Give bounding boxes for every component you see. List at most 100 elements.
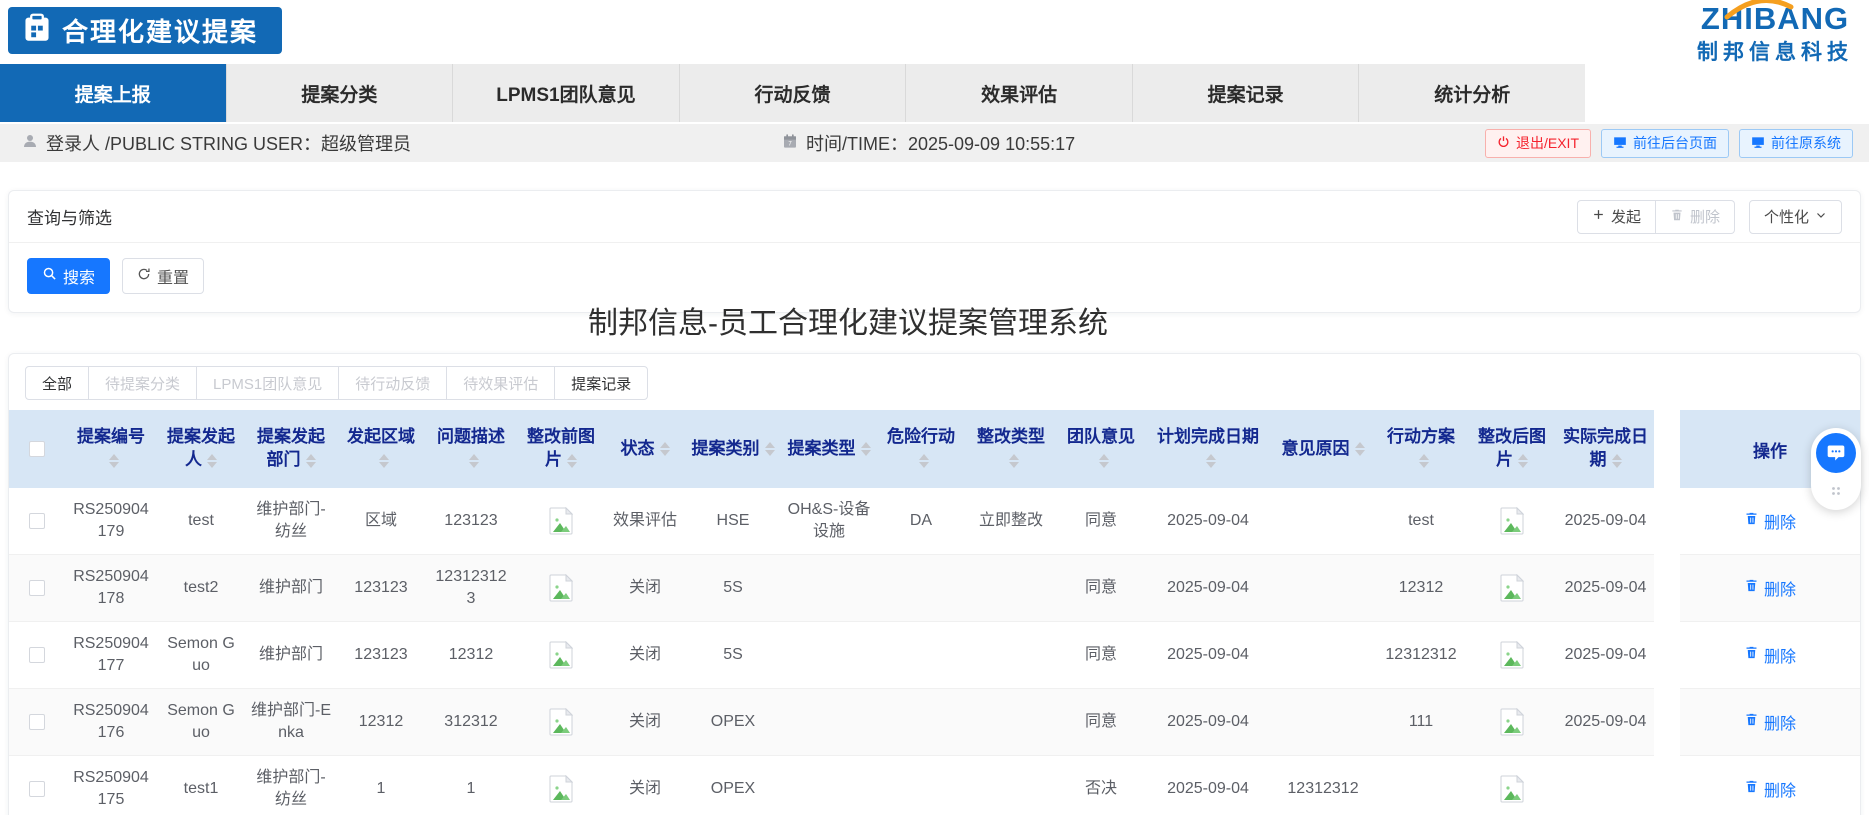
column-header-team-opinion[interactable]: 团队意见: [1057, 410, 1145, 488]
row-checkbox[interactable]: [29, 513, 45, 529]
image-thumbnail-icon[interactable]: [1500, 708, 1524, 736]
cell-status: 关闭: [605, 622, 685, 689]
column-header-danger[interactable]: 危险行动: [877, 410, 965, 488]
initiate-delete-group: 发起 删除: [1577, 200, 1735, 234]
column-header-dept[interactable]: 提案发起部门: [245, 410, 337, 488]
row-action-cell: 删除: [1680, 689, 1860, 756]
filter-chip[interactable]: 待行动反馈: [338, 366, 447, 400]
app-title-badge: 合理化建议提案: [8, 7, 282, 54]
tab-item-[interactable]: 提案上报: [0, 64, 227, 122]
filter-chip[interactable]: 全部: [25, 366, 89, 400]
column-header-desc[interactable]: 问题描述: [425, 410, 517, 488]
tab-item-[interactable]: 提案分类: [227, 64, 454, 122]
goto-origin-system-button[interactable]: 前往原系统: [1739, 129, 1853, 158]
cell-id: RS250904178: [65, 555, 157, 622]
column-header-plan-date[interactable]: 计划完成日期: [1145, 410, 1271, 488]
sort-carets-icon: [765, 442, 775, 456]
column-header-actual-date[interactable]: 实际完成日期: [1557, 410, 1654, 488]
image-thumbnail-icon[interactable]: [549, 507, 573, 535]
column-header-proposer[interactable]: 提案发起人: [157, 410, 245, 488]
search-button[interactable]: 搜索: [27, 258, 110, 294]
personalize-button[interactable]: 个性化: [1749, 200, 1842, 234]
row-delete-button[interactable]: 删除: [1744, 643, 1796, 667]
logout-button[interactable]: 退出/EXIT: [1485, 129, 1591, 158]
cell-status: 效果评估: [605, 488, 685, 555]
tab-item-[interactable]: 效果评估: [906, 64, 1133, 122]
column-header-reason[interactable]: 意见原因: [1271, 410, 1375, 488]
sort-carets-icon: [660, 442, 670, 456]
image-thumbnail-icon[interactable]: [1500, 507, 1524, 535]
column-header-label: 提案编号: [77, 427, 145, 446]
column-header-label: 整改前图片: [527, 427, 595, 469]
column-header-label: 意见原因: [1282, 439, 1350, 458]
tab-item-[interactable]: 统计分析: [1359, 64, 1585, 122]
column-header-img-after[interactable]: 整改后图片: [1467, 410, 1557, 488]
filter-chip[interactable]: 提案记录: [554, 366, 648, 400]
row-checkbox[interactable]: [29, 714, 45, 730]
initiate-button[interactable]: 发起: [1577, 200, 1656, 234]
delete-button[interactable]: 删除: [1656, 200, 1735, 234]
column-header-img-before[interactable]: 整改前图片: [517, 410, 605, 488]
table-gutter: [1654, 488, 1680, 555]
row-checkbox-cell: [9, 622, 65, 689]
page-title: 制邦信息-员工合理化建议提案管理系统: [8, 301, 1688, 347]
search-icon: [42, 266, 57, 286]
content-area: 查询与筛选 发起 删除: [0, 190, 1869, 815]
column-header-id[interactable]: 提案编号: [65, 410, 157, 488]
image-thumbnail-icon[interactable]: [1500, 641, 1524, 669]
cell-category: 5S: [685, 622, 781, 689]
cell-img-after: [1467, 756, 1557, 815]
cell-area: 12312: [337, 689, 425, 756]
time-text: 时间/TIME：2025-09-09 10:55:17: [806, 130, 1075, 156]
cell-type: [781, 622, 877, 689]
row-checkbox[interactable]: [29, 781, 45, 797]
tab-item-[interactable]: 提案记录: [1133, 64, 1360, 122]
row-delete-button[interactable]: 删除: [1744, 576, 1796, 600]
cell-rectify-type: [965, 622, 1057, 689]
image-thumbnail-icon[interactable]: [1500, 574, 1524, 602]
row-delete-label: 删除: [1764, 509, 1796, 533]
column-header-type[interactable]: 提案类型: [781, 410, 877, 488]
cell-id: RS250904176: [65, 689, 157, 756]
proposal-table: 提案编号提案发起人提案发起部门发起区域问题描述整改前图片状态提案类别提案类型危险…: [9, 410, 1860, 815]
cell-proposer: test2: [157, 555, 245, 622]
select-all-checkbox[interactable]: [29, 441, 45, 457]
assistant-widget[interactable]: [1811, 428, 1861, 510]
column-header-action-plan[interactable]: 行动方案: [1375, 410, 1467, 488]
filter-chip[interactable]: 待效果评估: [446, 366, 555, 400]
image-thumbnail-icon[interactable]: [549, 708, 573, 736]
row-delete-button[interactable]: 删除: [1744, 710, 1796, 734]
filter-chip[interactable]: LPMS1团队意见: [196, 366, 339, 400]
drag-dots-icon[interactable]: [1830, 484, 1842, 502]
sort-carets-icon: [469, 454, 479, 468]
cell-category: 5S: [685, 555, 781, 622]
tab-item-[interactable]: 行动反馈: [680, 64, 907, 122]
tab-item-lpms1[interactable]: LPMS1团队意见: [453, 64, 680, 122]
row-delete-button[interactable]: 删除: [1744, 509, 1796, 533]
query-filter-panel: 查询与筛选 发起 删除: [8, 190, 1861, 313]
sort-carets-icon: [379, 454, 389, 468]
column-header-label: 整改类型: [977, 427, 1045, 446]
refresh-icon: [137, 267, 151, 286]
proposal-table-panel: 全部待提案分类LPMS1团队意见待行动反馈待效果评估提案记录 提案编号提案发起人…: [8, 353, 1861, 815]
sort-carets-icon: [1355, 442, 1365, 456]
image-thumbnail-icon[interactable]: [549, 775, 573, 803]
cell-proposer: Semon Guo: [157, 622, 245, 689]
cell-img-after: [1467, 555, 1557, 622]
row-checkbox[interactable]: [29, 647, 45, 663]
image-thumbnail-icon[interactable]: [1500, 775, 1524, 803]
row-checkbox[interactable]: [29, 580, 45, 596]
column-header-area[interactable]: 发起区域: [337, 410, 425, 488]
column-header-status[interactable]: 状态: [605, 410, 685, 488]
filter-chip[interactable]: 待提案分类: [88, 366, 197, 400]
goto-backend-button[interactable]: 前往后台页面: [1601, 129, 1729, 158]
image-thumbnail-icon[interactable]: [549, 574, 573, 602]
cell-plan-date: 2025-09-04: [1145, 756, 1271, 815]
column-header-category[interactable]: 提案类别: [685, 410, 781, 488]
reset-button[interactable]: 重置: [122, 258, 204, 294]
column-header-rectify-type[interactable]: 整改类型: [965, 410, 1057, 488]
row-delete-button[interactable]: 删除: [1744, 777, 1796, 801]
table-gutter: [1654, 622, 1680, 689]
chat-bubble-icon[interactable]: [1816, 433, 1856, 473]
image-thumbnail-icon[interactable]: [549, 641, 573, 669]
